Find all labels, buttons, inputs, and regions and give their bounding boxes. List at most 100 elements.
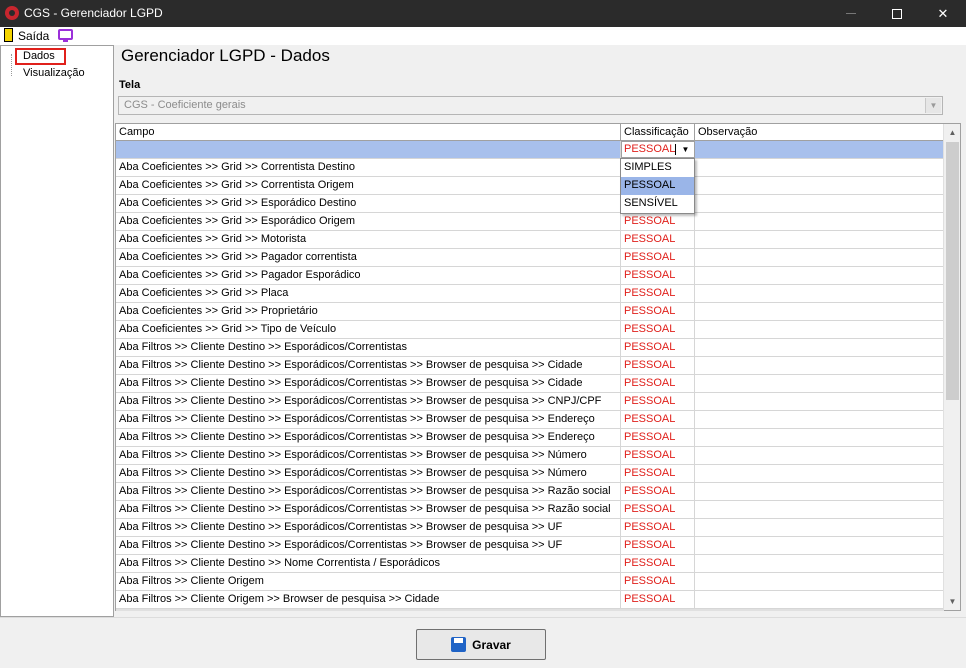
cell-campo[interactable]: Aba Filtros >> Cliente Destino >> Esporá… [116, 357, 621, 374]
maximize-button[interactable] [874, 0, 920, 27]
cell-observacao[interactable] [695, 213, 945, 230]
cell-observacao[interactable] [695, 141, 945, 158]
column-header-campo[interactable]: Campo [116, 124, 621, 140]
table-row[interactable]: Aba Filtros >> Cliente Destino >> Esporá… [116, 357, 945, 375]
table-row[interactable]: Aba Filtros >> Cliente Destino >> Esporá… [116, 483, 945, 501]
table-row[interactable]: Aba Filtros >> Cliente Destino >> Esporá… [116, 411, 945, 429]
cell-campo[interactable]: Aba Coeficientes >> Grid >> Pagador corr… [116, 249, 621, 266]
cell-campo[interactable]: Aba Coeficientes >> Grid >> Correntista … [116, 159, 621, 176]
cell-classificacao[interactable]: PESSOAL [621, 483, 695, 500]
horizontal-scrollbar[interactable] [116, 609, 944, 611]
cell-classificacao[interactable]: PESSOAL [621, 573, 695, 590]
cell-classificacao[interactable]: PESSOAL [621, 555, 695, 572]
cell-classificacao[interactable]: PESSOAL [621, 303, 695, 320]
table-row[interactable]: Aba Coeficientes >> Grid >> Correntista … [116, 177, 945, 195]
cell-observacao[interactable] [695, 285, 945, 302]
cell-observacao[interactable] [695, 375, 945, 392]
cell-classificacao[interactable]: PESSOAL [621, 285, 695, 302]
close-button[interactable]: ✕ [920, 0, 966, 27]
cell-observacao[interactable] [695, 573, 945, 590]
cell-observacao[interactable] [695, 411, 945, 428]
cell-classificacao[interactable]: PESSOAL [621, 447, 695, 464]
table-row[interactable]: Aba Coeficientes >> Grid >> Esporádico D… [116, 195, 945, 213]
cell-campo[interactable]: Aba Filtros >> Cliente Destino >> Esporá… [116, 447, 621, 464]
cell-observacao[interactable] [695, 159, 945, 176]
cell-campo[interactable]: Aba Filtros >> Cliente Destino >> Esporá… [116, 393, 621, 410]
dropdown-option-sensivel[interactable]: SENSÍVEL [621, 195, 694, 213]
table-row[interactable]: Aba Filtros >> Cliente Origem >> Browser… [116, 591, 945, 609]
scroll-up-icon[interactable]: ▲ [944, 124, 961, 141]
table-row[interactable]: Aba Filtros >> Cliente Destino >> Esporá… [116, 339, 945, 357]
cell-observacao[interactable] [695, 339, 945, 356]
cell-observacao[interactable] [695, 591, 945, 608]
table-row[interactable]: PESSOAL ▼ [116, 141, 945, 159]
cell-campo[interactable]: Aba Filtros >> Cliente Destino >> Esporá… [116, 375, 621, 392]
cell-observacao[interactable] [695, 195, 945, 212]
cell-observacao[interactable] [695, 447, 945, 464]
cell-observacao[interactable] [695, 555, 945, 572]
cell-classificacao[interactable]: PESSOAL [621, 213, 695, 230]
exit-icon[interactable] [4, 28, 13, 42]
scroll-thumb[interactable] [946, 142, 959, 400]
cell-classificacao[interactable]: PESSOAL [621, 591, 695, 608]
menu-item-exit[interactable]: Saída [18, 29, 49, 43]
cell-classificacao[interactable]: PESSOAL [621, 375, 695, 392]
table-row[interactable]: Aba Filtros >> Cliente Destino >> Esporá… [116, 519, 945, 537]
tree-item-dados[interactable]: Dados [15, 48, 66, 65]
tela-select[interactable]: CGS - Coeficiente gerais ▼ [118, 96, 943, 115]
cell-observacao[interactable] [695, 303, 945, 320]
cell-campo[interactable]: Aba Coeficientes >> Grid >> Proprietário [116, 303, 621, 320]
table-row[interactable]: Aba Coeficientes >> Grid >> Tipo de Veíc… [116, 321, 945, 339]
cell-classificacao[interactable]: PESSOAL [621, 393, 695, 410]
cell-classificacao[interactable]: PESSOAL [621, 231, 695, 248]
table-row[interactable]: Aba Filtros >> Cliente Destino >> Esporá… [116, 429, 945, 447]
table-row[interactable]: Aba Coeficientes >> Grid >> Correntista … [116, 159, 945, 177]
cell-classificacao[interactable]: PESSOAL [621, 411, 695, 428]
table-row[interactable]: Aba Coeficientes >> Grid >> Proprietário… [116, 303, 945, 321]
table-row[interactable]: Aba Filtros >> Cliente Destino >> Esporá… [116, 465, 945, 483]
classification-editor[interactable]: PESSOAL ▼ [621, 141, 695, 158]
cell-campo[interactable]: Aba Filtros >> Cliente Destino >> Esporá… [116, 465, 621, 482]
cell-classificacao[interactable]: PESSOAL [621, 321, 695, 338]
table-row[interactable]: Aba Filtros >> Cliente Origem PESSOAL [116, 573, 945, 591]
cell-campo[interactable]: Aba Filtros >> Cliente Destino >> Esporá… [116, 519, 621, 536]
cell-observacao[interactable] [695, 231, 945, 248]
cell-classificacao[interactable]: PESSOAL [621, 429, 695, 446]
cell-observacao[interactable] [695, 537, 945, 554]
cell-observacao[interactable] [695, 357, 945, 374]
table-row[interactable]: Aba Filtros >> Cliente Destino >> Esporá… [116, 537, 945, 555]
cell-observacao[interactable] [695, 177, 945, 194]
table-row[interactable]: Aba Filtros >> Cliente Destino >> Esporá… [116, 447, 945, 465]
cell-classificacao[interactable]: PESSOAL [621, 357, 695, 374]
cell-campo[interactable]: Aba Filtros >> Cliente Destino >> Esporá… [116, 339, 621, 356]
dropdown-option-pessoal[interactable]: PESSOAL [621, 177, 694, 195]
table-row[interactable]: Aba Filtros >> Cliente Destino >> Esporá… [116, 393, 945, 411]
cell-campo[interactable]: Aba Filtros >> Cliente Destino >> Nome C… [116, 555, 621, 572]
cell-classificacao[interactable]: PESSOAL [621, 249, 695, 266]
table-row[interactable]: Aba Filtros >> Cliente Destino >> Esporá… [116, 375, 945, 393]
cell-observacao[interactable] [695, 393, 945, 410]
cell-classificacao[interactable]: PESSOAL [621, 519, 695, 536]
cell-observacao[interactable] [695, 483, 945, 500]
table-row[interactable]: Aba Coeficientes >> Grid >> Esporádico O… [116, 213, 945, 231]
cell-observacao[interactable] [695, 267, 945, 284]
cell-observacao[interactable] [695, 249, 945, 266]
table-row[interactable]: Aba Coeficientes >> Grid >> Placa PESSOAL [116, 285, 945, 303]
table-row[interactable]: Aba Filtros >> Cliente Destino >> Nome C… [116, 555, 945, 573]
cell-campo[interactable]: Aba Coeficientes >> Grid >> Tipo de Veíc… [116, 321, 621, 338]
cell-campo[interactable]: Aba Filtros >> Cliente Origem >> Browser… [116, 591, 621, 608]
cell-campo[interactable]: Aba Coeficientes >> Grid >> Placa [116, 285, 621, 302]
minimize-button[interactable] [828, 0, 874, 27]
cell-campo[interactable]: Aba Filtros >> Cliente Origem [116, 573, 621, 590]
vertical-scrollbar[interactable]: ▲ ▼ [943, 124, 960, 610]
cell-campo[interactable]: Aba Filtros >> Cliente Destino >> Esporá… [116, 411, 621, 428]
tree-item-visualizacao[interactable]: Visualização [19, 66, 89, 82]
cell-classificacao[interactable]: PESSOAL [621, 501, 695, 518]
cell-campo[interactable]: Aba Filtros >> Cliente Destino >> Esporá… [116, 501, 621, 518]
column-header-observacao[interactable]: Observação [695, 124, 945, 140]
chevron-down-icon[interactable]: ▼ [925, 98, 941, 113]
cell-observacao[interactable] [695, 519, 945, 536]
cell-classificacao[interactable]: PESSOAL [621, 267, 695, 284]
table-row[interactable]: Aba Filtros >> Cliente Destino >> Esporá… [116, 501, 945, 519]
cell-classificacao[interactable]: PESSOAL [621, 339, 695, 356]
